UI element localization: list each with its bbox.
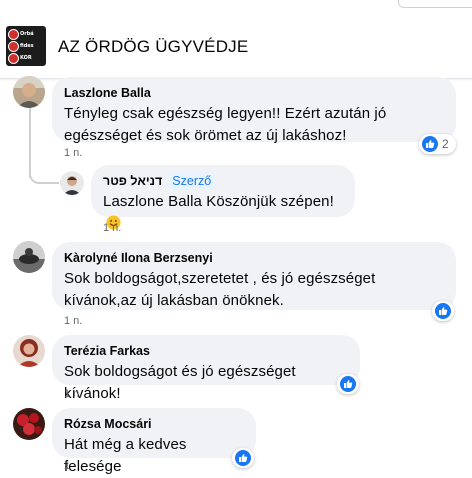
reaction-summary[interactable] — [337, 374, 359, 394]
badge-icon — [8, 41, 19, 52]
like-icon — [422, 136, 438, 152]
comment-time[interactable]: 1 n. — [64, 315, 82, 327]
avatar[interactable] — [13, 241, 45, 273]
badge-icon — [8, 53, 19, 64]
like-icon — [340, 376, 356, 392]
comment-bubble[interactable]: Kàrolyné Ilona Berzsenyi Sok boldogságot… — [52, 242, 456, 310]
comment-text: Sok boldogságot és jó egészséget kívánok… — [64, 363, 296, 402]
thumb-text: fides — [20, 43, 34, 49]
avatar[interactable] — [13, 335, 45, 367]
comment-author[interactable]: Kàrolyné Ilona Berzsenyi — [64, 250, 444, 266]
avatar[interactable] — [13, 408, 45, 440]
thumb-text: Orbá — [20, 31, 34, 37]
comment-author[interactable]: דניאל פטר Szerző — [103, 173, 343, 189]
like-icon — [435, 303, 451, 319]
thread-connector — [29, 150, 59, 184]
comment-author[interactable]: Terézia Farkas — [64, 343, 348, 359]
comment-text: Sok boldogságot,szeretetet , és jó egész… — [64, 270, 376, 309]
comment-author[interactable]: Laszlone Balla — [64, 85, 444, 101]
page-avatar[interactable]: Orbá fides KOR — [6, 26, 46, 66]
page-header: Orbá fides KOR AZ ÖRDÖG ÜGYVÉDJE — [0, 14, 472, 79]
avatar[interactable] — [60, 171, 84, 195]
author-name[interactable]: דניאל פטר — [103, 174, 162, 188]
page-title[interactable]: AZ ÖRDÖG ÜGYVÉDJE — [58, 37, 248, 57]
comment-bubble[interactable]: Terézia Farkas Sok boldogságot és jó egé… — [52, 335, 360, 402]
comment-text: Tényleg csak egészség legyen!! Ezért azu… — [64, 105, 387, 144]
comment-time[interactable]: 1 n. — [103, 222, 121, 234]
reaction-summary[interactable] — [232, 448, 254, 468]
thumb-text: KOR — [20, 55, 32, 61]
comment-text: Laszlone Balla Köszönjük szépen! — [103, 191, 343, 235]
comment-bubble[interactable]: Rózsa Mocsári Hát még a kedves felesége — [52, 408, 256, 475]
comment-time[interactable]: 1 — [64, 460, 70, 472]
top-bar-fragment — [398, 0, 472, 8]
badge-icon — [8, 29, 19, 40]
reaction-count: 2 — [442, 137, 449, 151]
reaction-summary[interactable] — [432, 301, 454, 321]
like-icon — [235, 450, 251, 466]
reaction-summary[interactable]: 2 — [419, 134, 456, 154]
reply-bubble[interactable]: דניאל פטר Szerző Laszlone Balla Köszönjük… — [91, 165, 355, 230]
comment-bubble[interactable]: Laszlone Balla Tényleg csak egészség leg… — [52, 77, 456, 144]
comment-text: Hát még a kedves felesége — [64, 436, 187, 475]
reply-text: Laszlone Balla Köszönjük szépen! — [103, 193, 334, 210]
comment-author[interactable]: Rózsa Mocsári — [64, 416, 244, 432]
avatar[interactable] — [13, 76, 45, 108]
author-badge: Szerző — [168, 173, 216, 189]
comment-time[interactable]: 1 n. — [64, 388, 82, 400]
comment-time[interactable]: 1 n. — [64, 147, 82, 159]
